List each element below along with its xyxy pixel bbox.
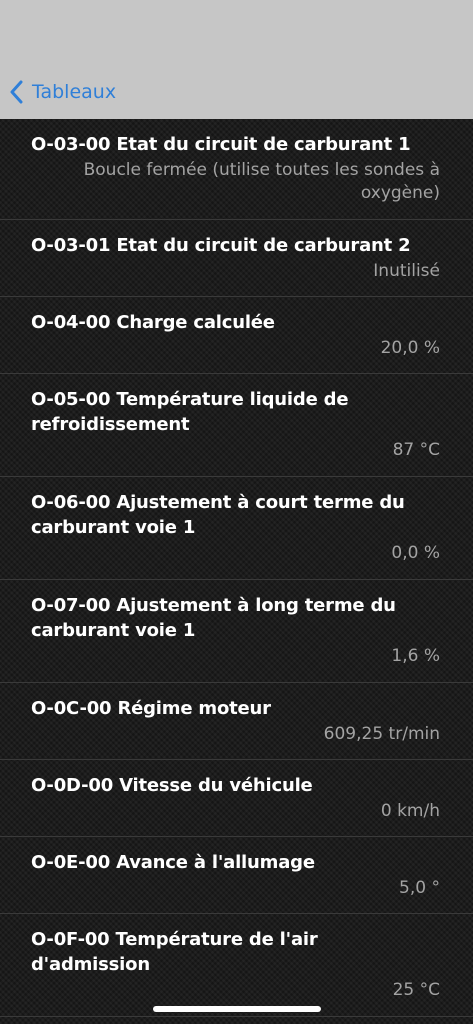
list-item[interactable]: O-05-00 Température liquide de refroidis… <box>0 374 473 477</box>
list-item[interactable]: O-03-00 Etat du circuit de carburant 1 B… <box>0 119 473 220</box>
back-button-label: Tableaux <box>32 81 117 103</box>
parameter-value: 20,0 % <box>380 338 440 358</box>
parameter-title: O-05-00 Température liquide de refroidis… <box>31 389 349 435</box>
list-item[interactable]: O-04-00 Charge calculée 20,0 % <box>0 297 473 374</box>
parameter-list[interactable]: O-03-00 Etat du circuit de carburant 1 B… <box>0 119 473 1024</box>
chevron-left-icon <box>10 80 23 104</box>
parameter-title: O-04-00 Charge calculée <box>31 312 275 333</box>
parameter-title: O-0F-00 Température de l'air d'admission <box>31 929 318 975</box>
parameter-title: O-03-00 Etat du circuit de carburant 1 <box>31 134 411 155</box>
list-item[interactable]: O-0F-00 Température de l'air d'admission… <box>0 914 473 1017</box>
parameter-title: O-0E-00 Avance à l'allumage <box>31 852 315 873</box>
parameter-value: 87 °C <box>392 440 440 460</box>
parameter-value: 1,6 % <box>391 646 440 666</box>
back-button[interactable]: Tableaux <box>10 78 116 106</box>
list-item[interactable]: O-0E-00 Avance à l'allumage 5,0 ° <box>0 837 473 914</box>
parameter-title: O-03-01 Etat du circuit de carburant 2 <box>31 235 411 256</box>
list-item[interactable]: O-07-00 Ajustement à long terme du carbu… <box>0 580 473 683</box>
home-indicator[interactable] <box>153 1006 321 1012</box>
parameter-value: 609,25 tr/min <box>323 724 440 744</box>
parameter-value: 25 °C <box>392 980 440 1000</box>
parameter-value: Boucle fermée (utilise toutes les sondes… <box>83 160 440 203</box>
parameter-value: 0 km/h <box>380 801 440 821</box>
parameter-value: 0,0 % <box>391 543 440 563</box>
parameter-title: O-07-00 Ajustement à long terme du carbu… <box>31 595 396 641</box>
list-item[interactable]: O-03-01 Etat du circuit de carburant 2 I… <box>0 220 473 297</box>
list-item[interactable]: O-0C-00 Régime moteur 609,25 tr/min <box>0 683 473 760</box>
parameter-value: 5,0 ° <box>399 878 440 898</box>
list-item[interactable]: O-0D-00 Vitesse du véhicule 0 km/h <box>0 760 473 837</box>
parameter-title: O-0D-00 Vitesse du véhicule <box>31 775 313 796</box>
parameter-title: O-0C-00 Régime moteur <box>31 698 271 719</box>
list-item[interactable]: O-06-00 Ajustement à court terme du carb… <box>0 477 473 580</box>
navigation-bar: Tableaux <box>0 0 473 119</box>
parameter-value: Inutilisé <box>373 261 440 281</box>
parameter-title: O-06-00 Ajustement à court terme du carb… <box>31 492 405 538</box>
